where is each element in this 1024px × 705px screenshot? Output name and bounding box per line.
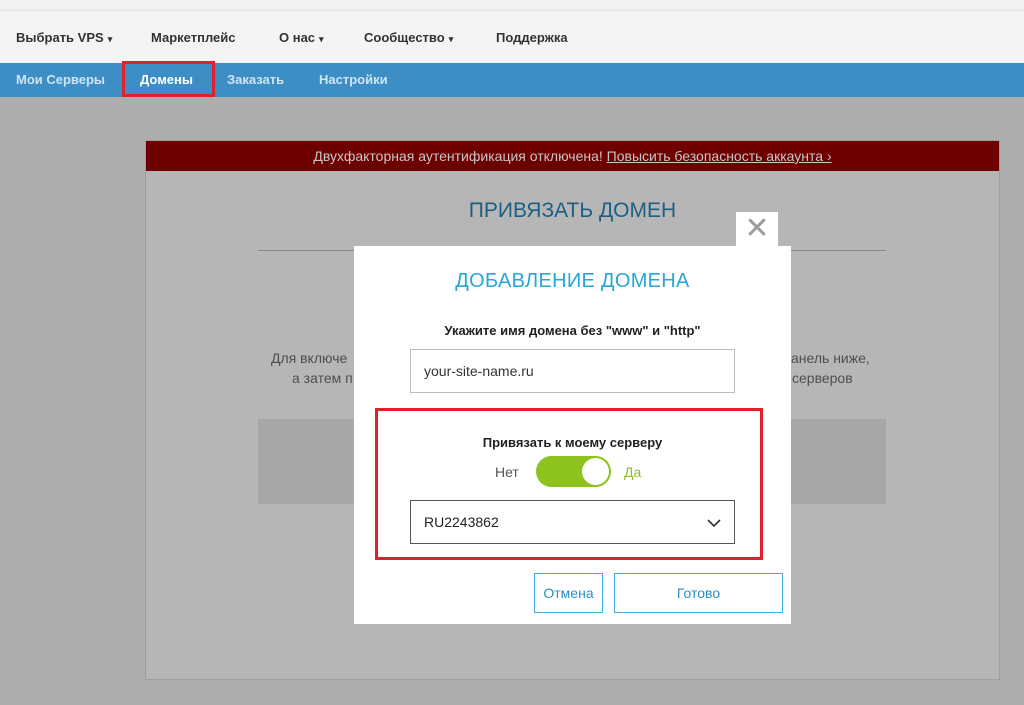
sub-nav-order[interactable]: Заказать — [227, 72, 284, 87]
cancel-button[interactable]: Отмена — [534, 573, 603, 613]
nav-item-support[interactable]: Поддержка — [496, 30, 568, 45]
domain-input[interactable] — [410, 349, 735, 393]
modal-title: ДОБАВЛЕНИЕ ДОМЕНА — [455, 270, 690, 292]
highlight-box-bind-server — [375, 408, 763, 560]
nav-item-label: Выбрать VPS — [16, 30, 104, 45]
sub-nav-settings[interactable]: Настройки — [319, 72, 388, 87]
nav-item-label: Маркетплейс — [151, 30, 236, 45]
nav-item-label: Поддержка — [496, 30, 568, 45]
nav-item-label: Сообщество — [364, 30, 445, 45]
instruction-text-right-2: серверов — [792, 370, 853, 386]
two-factor-alert: Двухфакторная аутентификация отключена! … — [146, 141, 999, 171]
nav-item-about[interactable]: О нас ▾ — [279, 30, 324, 45]
instruction-text-right-1: анель ниже, — [791, 350, 870, 366]
top-nav: Выбрать VPS ▾ Маркетплейс О нас ▾ Сообщест… — [0, 10, 1024, 63]
nav-item-community[interactable]: Сообщество ▾ — [364, 30, 453, 45]
instruction-text-left-2: а затем п — [292, 370, 353, 386]
security-link[interactable]: Повысить безопасность аккаунта › — [607, 148, 832, 164]
alert-text: Двухфакторная аутентификация отключена! — [313, 148, 607, 164]
done-button[interactable]: Готово — [614, 573, 783, 613]
caret-down-icon: ▾ — [107, 34, 113, 44]
close-icon[interactable]: ✕ — [736, 212, 778, 246]
highlight-box-domains — [122, 61, 215, 97]
nav-item-label: О нас — [279, 30, 316, 45]
page-title: ПРИВЯЗАТЬ ДОМЕН — [468, 199, 677, 222]
nav-item-choose-vps[interactable]: Выбрать VPS ▾ — [16, 30, 112, 45]
instruction-text-left-1: Для включе — [271, 350, 348, 366]
nav-item-marketplace[interactable]: Маркетплейс — [151, 30, 235, 45]
sub-nav-my-servers[interactable]: Мои Серверы — [16, 72, 105, 87]
caret-down-icon: ▾ — [448, 34, 454, 44]
caret-down-icon: ▾ — [319, 34, 324, 44]
domain-label: Укажите имя домена без "www" и "http" — [444, 323, 701, 338]
